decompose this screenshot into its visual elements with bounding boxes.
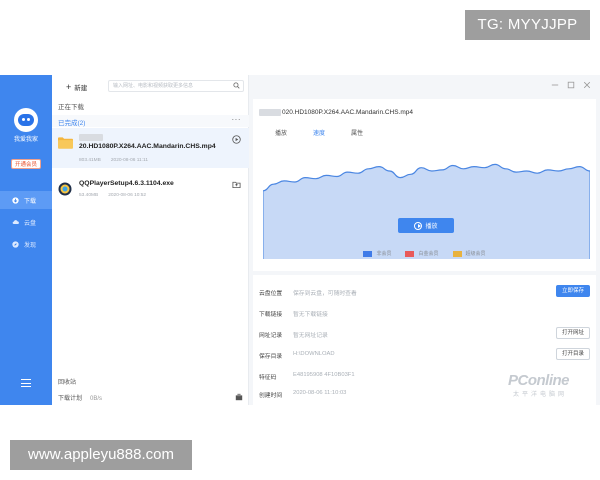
legend-item: 超级会员 bbox=[452, 250, 486, 257]
tab-properties[interactable]: 属性 bbox=[347, 128, 367, 137]
legend-item: 白金会员 bbox=[405, 250, 439, 257]
vip-button[interactable]: 开通会员 bbox=[11, 159, 41, 169]
sidebar: 我爱我家 开通会员 下载 云盘 发现 bbox=[0, 75, 52, 405]
legend-swatch bbox=[363, 250, 373, 257]
legend-item: 非会员 bbox=[363, 250, 391, 257]
maximize-icon[interactable] bbox=[567, 81, 575, 89]
info-row-url: 网址记录 暂无网址记录 打开网址 bbox=[259, 325, 590, 343]
info-value: 暂无网址记录 bbox=[293, 333, 328, 339]
file-name: QQPlayerSetup4.6.3.1104.exe bbox=[79, 180, 174, 187]
search-icon[interactable] bbox=[233, 82, 240, 89]
info-value: 暂无下载链接 bbox=[293, 312, 328, 318]
hamburger-icon[interactable] bbox=[21, 379, 31, 387]
info-row-cloud: 云盘位置 保存到云盘，可随时查看 立即保存 bbox=[259, 283, 590, 301]
recycle-bin[interactable]: 回收站 bbox=[58, 377, 76, 386]
detail-card: 020.HD1080P.X264.AAC.Mandarin.CHS.mp4 播放… bbox=[253, 99, 596, 271]
speed-limit-icon[interactable] bbox=[235, 393, 243, 401]
legend-label: 白金会员 bbox=[418, 251, 439, 257]
username: 我爱我家 bbox=[13, 137, 38, 143]
download-list-panel: + 新建 输入网址、电影和视频获取更多信息 正在下载 已完成(2) ··· 20… bbox=[52, 75, 249, 405]
download-icon bbox=[12, 196, 19, 204]
info-key: 特征码 bbox=[259, 375, 277, 381]
detail-tabs: 播放 速度 属性 bbox=[271, 126, 385, 139]
sidebar-item-cloud[interactable]: 云盘 bbox=[0, 213, 52, 231]
download-plan-label: 下载计划 bbox=[58, 396, 83, 402]
detail-panel: 020.HD1080P.X264.AAC.Mandarin.CHS.mp4 播放… bbox=[249, 75, 600, 405]
pconline-sub: 太平洋电脑网 bbox=[513, 392, 568, 398]
section-completed[interactable]: 已完成(2) ··· bbox=[52, 115, 249, 127]
file-meta: 803.41MB 2020-08-06 11:11 bbox=[79, 158, 148, 163]
qq-icon bbox=[58, 182, 72, 196]
new-task-label: 新建 bbox=[74, 85, 88, 92]
open-dir-button[interactable]: 打开目录 bbox=[555, 348, 590, 360]
discover-icon bbox=[12, 240, 19, 248]
tab-play[interactable]: 播放 bbox=[271, 128, 291, 137]
file-date: 2020-08-06 10:52 bbox=[108, 193, 147, 198]
redacted-block bbox=[259, 109, 281, 116]
info-key: 下载链接 bbox=[259, 312, 283, 318]
search-input[interactable]: 输入网址、电影和视频获取更多信息 bbox=[108, 80, 244, 92]
file-name: 20.HD1080P.X264.AAC.Mandarin.CHS.mp4 bbox=[79, 134, 226, 151]
sidebar-item-discover[interactable]: 发现 bbox=[0, 235, 52, 253]
play-circle-icon[interactable] bbox=[232, 135, 241, 144]
watermark-top: TG: MYYJJPP bbox=[465, 10, 590, 40]
info-key: 创建时间 bbox=[259, 393, 283, 399]
sidebar-item-label: 云盘 bbox=[24, 220, 37, 227]
info-key: 保存目录 bbox=[259, 354, 283, 360]
new-task-button[interactable]: + 新建 bbox=[66, 82, 87, 92]
sidebar-item-label: 发现 bbox=[24, 242, 37, 249]
minimize-icon[interactable] bbox=[551, 81, 559, 89]
pconline-logo: PConline bbox=[508, 372, 570, 389]
legend-swatch bbox=[452, 250, 462, 257]
open-folder-icon[interactable] bbox=[232, 180, 241, 189]
legend-swatch bbox=[405, 250, 415, 257]
info-row-link: 下载链接 暂无下载链接 bbox=[259, 304, 590, 322]
detail-file-title-text: 020.HD1080P.X264.AAC.Mandarin.CHS.mp4 bbox=[282, 109, 414, 117]
download-plan[interactable]: 下载计划 0B/s bbox=[58, 393, 102, 402]
play-button[interactable]: 播放 bbox=[398, 218, 454, 233]
folder-icon bbox=[58, 137, 73, 149]
detail-file-title: 020.HD1080P.X264.AAC.Mandarin.CHS.mp4 bbox=[259, 109, 413, 116]
file-size: 803.41MB bbox=[79, 158, 101, 163]
legend-label: 非会员 bbox=[376, 251, 392, 257]
info-row-dir: 保存目录 H:\DOWNLOAD 打开目录 bbox=[259, 346, 590, 364]
close-icon[interactable] bbox=[583, 81, 591, 89]
file-name-text: 20.HD1080P.X264.AAC.Mandarin.CHS.mp4 bbox=[79, 142, 216, 150]
info-key: 网址记录 bbox=[259, 333, 283, 339]
avatar[interactable] bbox=[14, 108, 38, 132]
file-item-1[interactable]: 20.HD1080P.X264.AAC.Mandarin.CHS.mp4 803… bbox=[52, 128, 249, 168]
search-placeholder: 输入网址、电影和视频获取更多信息 bbox=[113, 83, 194, 89]
avatar-face-icon bbox=[18, 114, 34, 126]
sidebar-item-label: 下载 bbox=[24, 198, 37, 205]
cloud-icon bbox=[12, 219, 19, 226]
section-completed-label: 已完成(2) bbox=[58, 120, 86, 127]
tab-speed[interactable]: 速度 bbox=[305, 126, 334, 139]
download-speed: 0B/s bbox=[90, 396, 103, 402]
play-button-label: 播放 bbox=[425, 224, 438, 230]
save-now-button[interactable]: 立即保存 bbox=[555, 285, 590, 297]
redacted-block bbox=[79, 134, 103, 141]
info-value: 2020-08-06 11:10:03 bbox=[293, 390, 347, 396]
info-value: 保存到云盘，可随时查看 bbox=[293, 291, 357, 297]
file-date: 2020-08-06 11:11 bbox=[110, 158, 149, 163]
sidebar-item-download[interactable]: 下载 bbox=[0, 191, 52, 209]
open-url-button[interactable]: 打开网址 bbox=[555, 327, 590, 339]
chart-legend: 非会员 白金会员 超级会员 bbox=[249, 250, 600, 257]
legend-label: 超级会员 bbox=[465, 251, 486, 257]
speed-chart bbox=[263, 163, 590, 259]
watermark-bottom: www.appleyu888.com bbox=[10, 440, 192, 470]
plus-icon: + bbox=[66, 81, 72, 92]
play-icon bbox=[414, 221, 423, 230]
info-value[interactable]: H:\DOWNLOAD bbox=[293, 351, 335, 357]
file-meta: 53.40MB 2020-08-06 10:52 bbox=[79, 193, 146, 198]
more-icon[interactable]: ··· bbox=[232, 115, 242, 124]
section-downloading[interactable]: 正在下载 bbox=[58, 101, 84, 111]
info-key: 云盘位置 bbox=[259, 291, 283, 297]
file-size: 53.40MB bbox=[79, 193, 99, 198]
download-app-window: 我爱我家 开通会员 下载 云盘 发现 + 新建 输入网址、电影和视频获取更多信息… bbox=[0, 75, 600, 405]
file-item-2[interactable]: QQPlayerSetup4.6.3.1104.exe 53.40MB 2020-… bbox=[52, 175, 249, 205]
screenshot-root: TG: MYYJJPP 我爱我家 开通会员 下载 云盘 发现 + 新建 输入网址… bbox=[0, 0, 600, 480]
info-value: E48195908 4F10B03F1 bbox=[293, 372, 355, 378]
